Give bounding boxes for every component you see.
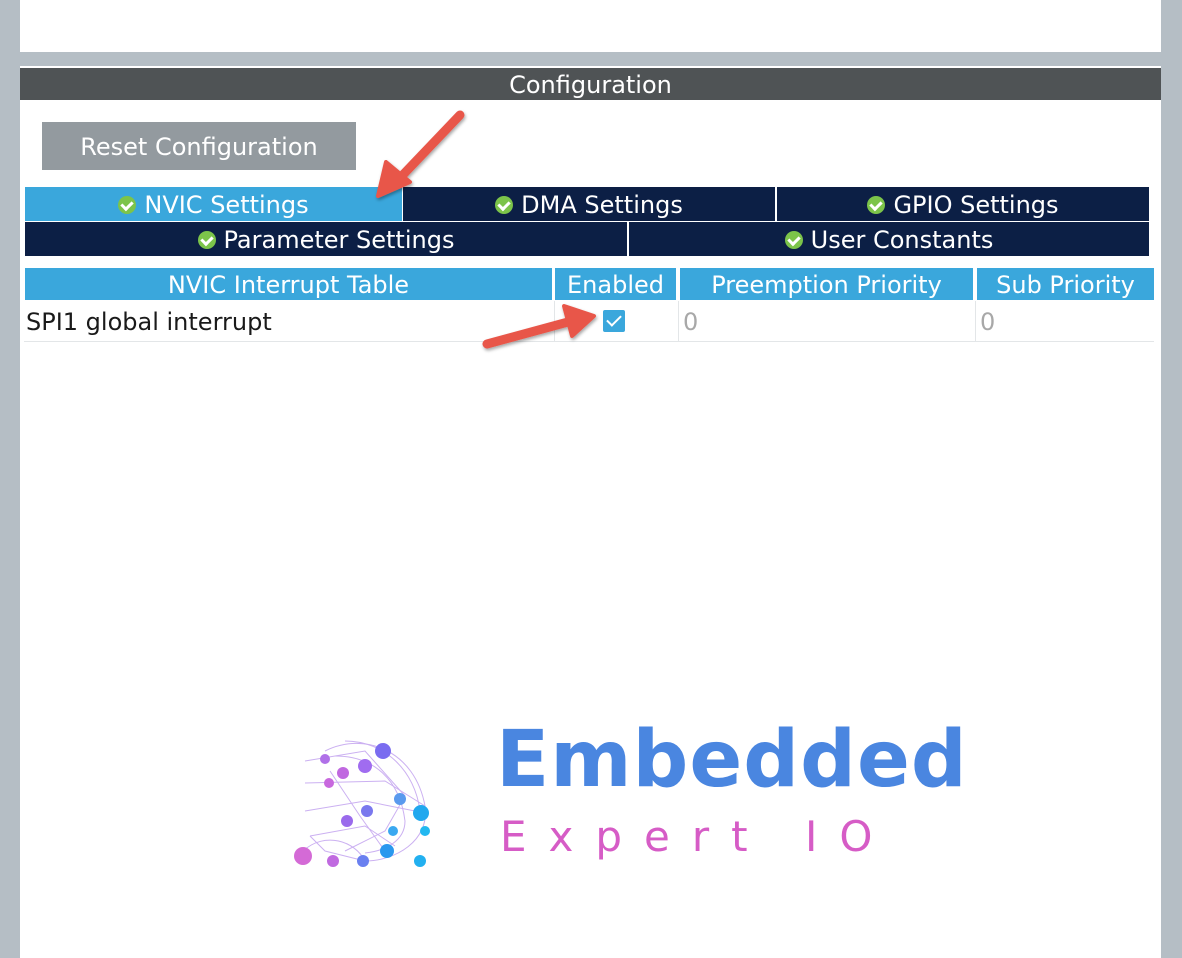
interrupt-name-cell: SPI1 global interrupt bbox=[26, 308, 272, 336]
column-header-enabled[interactable]: Enabled bbox=[555, 268, 676, 300]
logo-subtitle: Expert IO bbox=[500, 812, 895, 861]
check-circle-icon bbox=[495, 196, 514, 214]
table-row[interactable]: SPI1 global interrupt 0 0 bbox=[24, 301, 1154, 342]
check-circle-icon bbox=[197, 231, 216, 249]
tab-label: DMA Settings bbox=[521, 191, 683, 219]
preemption-priority-cell[interactable]: 0 bbox=[678, 301, 975, 341]
top-panel bbox=[20, 0, 1161, 52]
tab-parameter-settings[interactable]: Parameter Settings bbox=[25, 222, 627, 256]
tab-gpio-settings[interactable]: GPIO Settings bbox=[777, 187, 1149, 221]
tab-label: Parameter Settings bbox=[223, 226, 455, 254]
check-circle-icon bbox=[867, 196, 886, 214]
tab-user-constants[interactable]: User Constants bbox=[629, 222, 1149, 256]
configuration-header: Configuration bbox=[20, 68, 1161, 100]
embedded-expert-io-logo-icon bbox=[294, 740, 430, 867]
sub-priority-cell[interactable]: 0 bbox=[975, 301, 1154, 341]
tab-label: GPIO Settings bbox=[893, 191, 1059, 219]
logo-title: Embedded bbox=[496, 715, 968, 805]
column-header-nvic-interrupt-table[interactable]: NVIC Interrupt Table bbox=[25, 268, 552, 300]
column-header-preemption-priority[interactable]: Preemption Priority bbox=[680, 268, 973, 300]
configuration-panel: Configuration Reset Configuration NVIC S… bbox=[20, 66, 1161, 958]
tab-dma-settings[interactable]: DMA Settings bbox=[403, 187, 775, 221]
tab-label: User Constants bbox=[810, 226, 994, 254]
tab-nvic-settings[interactable]: NVIC Settings bbox=[25, 187, 402, 221]
reset-configuration-button[interactable]: Reset Configuration bbox=[42, 122, 356, 170]
enabled-checkbox[interactable] bbox=[603, 310, 625, 332]
check-circle-icon bbox=[784, 231, 803, 249]
tab-label: NVIC Settings bbox=[144, 191, 309, 219]
column-header-sub-priority[interactable]: Sub Priority bbox=[977, 268, 1154, 300]
check-circle-icon bbox=[118, 196, 137, 214]
enabled-cell bbox=[554, 301, 678, 341]
